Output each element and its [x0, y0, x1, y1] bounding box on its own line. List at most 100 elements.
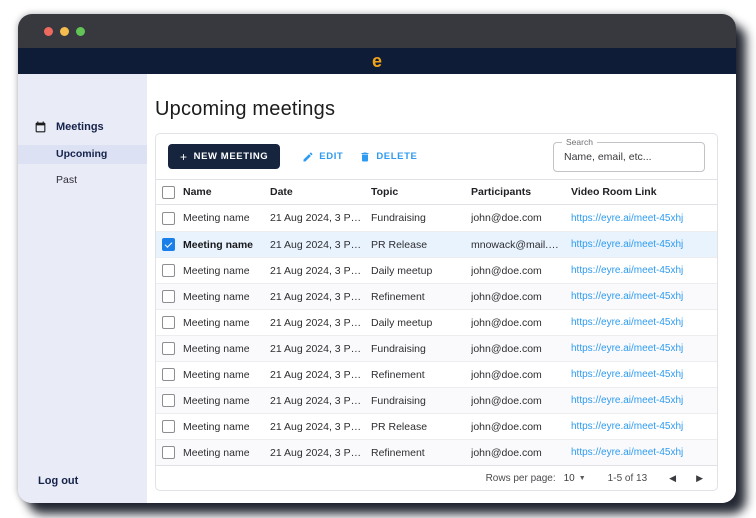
search-field-label: Search [562, 136, 597, 147]
row-checkbox[interactable] [162, 264, 175, 277]
cell-name: Meeting name [183, 238, 254, 251]
cell-topic: Daily meetup [371, 316, 433, 329]
cell-date: 21 Aug 2024, 3 PM CET [270, 265, 371, 277]
cell-link[interactable]: https://eyre.ai/meet-45xhj [571, 291, 717, 302]
cell-date: 21 Aug 2024, 3 PM CET [270, 317, 371, 329]
cell-name: Meeting name [183, 446, 250, 459]
select-all-checkbox[interactable] [162, 185, 175, 199]
date-main: 21 Aug 2024, 3 PM [270, 394, 360, 407]
previous-page-icon[interactable]: ◀ [669, 473, 676, 483]
column-header-participants[interactable]: Participants [471, 186, 571, 198]
new-meeting-button[interactable]: + NEW MEETING [168, 144, 281, 169]
row-checkbox[interactable] [162, 316, 175, 329]
sidebar-item-upcoming[interactable]: Upcoming [18, 145, 147, 164]
cell-participants: john@doe.com [471, 420, 542, 433]
delete-button[interactable]: DELETE [359, 151, 417, 163]
date-main: 21 Aug 2024, 3 PM [270, 316, 360, 329]
cell-participants: john@doe.com [471, 446, 542, 459]
meetings-panel: + NEW MEETING EDIT DELETE Search Name, e… [155, 133, 718, 491]
cell-topic: Refinement [371, 290, 425, 303]
cell-participants: mnowack@mail.com, elen@… [471, 238, 571, 251]
column-header-name[interactable]: Name [183, 186, 270, 198]
cell-topic: PR Release [371, 238, 428, 251]
cell-participants: john@doe.com [471, 342, 542, 355]
row-checkbox[interactable] [162, 211, 175, 225]
row-checkbox[interactable] [162, 238, 175, 251]
cell-date: 21 Aug 2024, 3 PM CET [270, 212, 371, 224]
cell-link[interactable]: https://eyre.ai/meet-45xhj [571, 213, 717, 224]
cell-topic: Fundraising [371, 394, 426, 407]
date-tz: CET [362, 316, 371, 329]
cell-link[interactable]: https://eyre.ai/meet-45xhj [571, 265, 717, 276]
logout-button[interactable]: Log out [38, 475, 78, 487]
table-body: Meeting name 21 Aug 2024, 3 PM CET Fundr… [156, 205, 717, 465]
cell-link[interactable]: https://eyre.ai/meet-45xhj [571, 317, 717, 328]
row-checkbox[interactable] [162, 420, 175, 433]
table-row[interactable]: Meeting name 21 Aug 2024, 3 PM CET Refin… [156, 439, 717, 465]
table-row[interactable]: Meeting name 21 Aug 2024, 3 PM CET Fundr… [156, 205, 717, 231]
cell-link[interactable]: https://eyre.ai/meet-45xhj [571, 239, 717, 250]
row-checkbox[interactable] [162, 368, 175, 381]
table-header: Name Date Topic Participants Video Room … [156, 179, 717, 205]
cell-name: Meeting name [183, 212, 250, 224]
row-checkbox[interactable] [162, 446, 175, 459]
cell-participants: john@doe.com [471, 264, 542, 277]
table-row[interactable]: Meeting name 21 Aug 2024, 3 PM CET Daily… [156, 257, 717, 283]
pencil-icon [302, 151, 314, 163]
close-window-icon[interactable] [44, 26, 53, 36]
date-tz: CET [362, 238, 371, 251]
table-row[interactable]: Meeting name 21 Aug 2024, 3 PM CET Refin… [156, 283, 717, 309]
cell-participants: john@doe.com [471, 394, 542, 407]
row-checkbox[interactable] [162, 290, 175, 303]
next-page-icon[interactable]: ▶ [696, 473, 703, 483]
date-tz: CET [362, 290, 371, 303]
date-tz: CET [362, 420, 371, 433]
window-titlebar [18, 14, 736, 48]
brand-logo: e [371, 51, 382, 71]
date-tz: CET [362, 264, 371, 277]
edit-button[interactable]: EDIT [302, 151, 343, 163]
chevron-down-icon: ▼ [578, 474, 586, 482]
column-header-topic[interactable]: Topic [371, 186, 471, 198]
trash-icon [359, 151, 371, 163]
row-checkbox[interactable] [162, 394, 175, 407]
toolbar: + NEW MEETING EDIT DELETE Search Name, e… [156, 134, 717, 179]
search-input[interactable] [554, 142, 704, 171]
cell-name: Meeting name [183, 342, 250, 355]
row-checkbox[interactable] [162, 342, 175, 355]
cell-topic: Fundraising [371, 212, 426, 224]
date-main: 21 Aug 2024, 3 PM [270, 342, 360, 355]
cell-name: Meeting name [183, 368, 250, 381]
cell-name: Meeting name [183, 290, 250, 303]
cell-link[interactable]: https://eyre.ai/meet-45xhj [571, 395, 717, 406]
table-footer: Rows per page: 10 ▼ 1-5 of 13 ◀ ▶ [156, 465, 717, 490]
sidebar-section-meetings[interactable]: Meetings [18, 116, 147, 138]
cell-name: Meeting name [183, 264, 250, 277]
date-main: 21 Aug 2024, 3 PM [270, 420, 360, 433]
column-header-date[interactable]: Date [270, 186, 371, 198]
cell-topic: PR Release [371, 420, 428, 433]
table-row[interactable]: Meeting name 21 Aug 2024, 3 PM CET Daily… [156, 309, 717, 335]
cell-topic: Daily meetup [371, 264, 433, 277]
cell-date: 21 Aug 2024, 3 PM CET [270, 291, 371, 303]
cell-name: Meeting name [183, 420, 250, 433]
table-row[interactable]: Meeting name 21 Aug 2024, 3 PM CET PR Re… [156, 413, 717, 439]
cell-link[interactable]: https://eyre.ai/meet-45xhj [571, 369, 717, 380]
table-row[interactable]: Meeting name 21 Aug 2024, 3 PM CET Fundr… [156, 387, 717, 413]
cell-link[interactable]: https://eyre.ai/meet-45xhj [571, 343, 717, 354]
cell-link[interactable]: https://eyre.ai/meet-45xhj [571, 447, 717, 458]
column-header-link[interactable]: Video Room Link [571, 186, 717, 198]
cell-link[interactable]: https://eyre.ai/meet-45xhj [571, 421, 717, 432]
date-main: 21 Aug 2024, 3 PM [270, 368, 360, 381]
sidebar-item-past[interactable]: Past [18, 171, 147, 190]
sidebar: Meetings Upcoming Past Log out [18, 74, 147, 503]
cell-name: Meeting name [183, 394, 250, 407]
rows-per-page-select[interactable]: 10 ▼ [564, 473, 586, 484]
page-title: Upcoming meetings [155, 98, 336, 120]
table-row[interactable]: Meeting name 21 Aug 2024, 3 PM CET Refin… [156, 361, 717, 387]
date-tz: CET [362, 394, 371, 407]
table-row[interactable]: Meeting name 21 Aug 2024, 3 PM CET PR Re… [156, 231, 717, 257]
minimize-window-icon[interactable] [60, 26, 69, 36]
table-row[interactable]: Meeting name 21 Aug 2024, 3 PM CET Fundr… [156, 335, 717, 361]
maximize-window-icon[interactable] [76, 26, 85, 36]
